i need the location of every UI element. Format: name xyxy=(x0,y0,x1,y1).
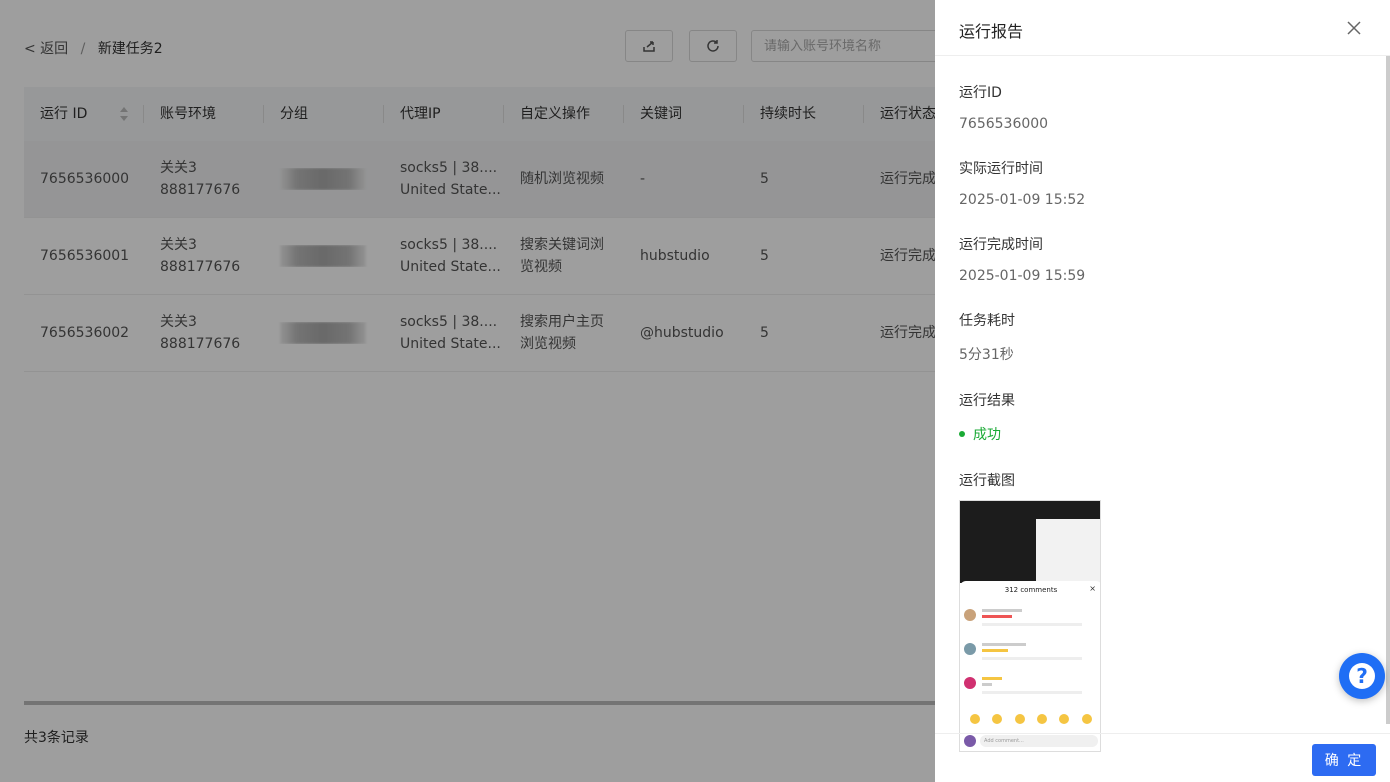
cost-label: 任务耗时 xyxy=(959,313,1015,329)
emoji-icon xyxy=(1037,714,1048,724)
end-time-value: 2025-01-09 15:59 xyxy=(959,268,1086,284)
result-value: 成功 xyxy=(959,424,1379,444)
result-label: 运行结果 xyxy=(959,393,1015,409)
start-time-value: 2025-01-09 15:52 xyxy=(959,192,1086,208)
result-text: 成功 xyxy=(973,427,1001,443)
close-icon[interactable] xyxy=(1346,20,1362,36)
comment-item xyxy=(964,673,1098,701)
comment-line xyxy=(982,657,1082,660)
status-dot-icon xyxy=(959,431,965,437)
emoji-row xyxy=(964,714,1098,724)
end-time-label: 运行完成时间 xyxy=(959,237,1043,253)
drawer-scrollbar[interactable] xyxy=(1386,56,1390,724)
emoji-icon xyxy=(1081,714,1092,724)
cost-value: 5分31秒 xyxy=(959,347,1014,363)
ok-button[interactable]: 确 定 xyxy=(1312,744,1376,776)
run-id-value: 7656536000 xyxy=(959,116,1049,132)
start-time-label: 实际运行时间 xyxy=(959,161,1043,177)
comment-line xyxy=(982,649,1008,652)
run-id-label: 运行ID xyxy=(959,85,1002,101)
comment-item xyxy=(964,605,1098,633)
run-screenshot[interactable]: 312 comments × Add comment... xyxy=(959,500,1101,752)
comments-panel: 312 comments × Add comment... xyxy=(960,581,1100,751)
drawer-footer: 确 定 xyxy=(935,733,1390,782)
avatar xyxy=(964,643,976,655)
video-frame-light xyxy=(1036,519,1100,583)
comment-line xyxy=(982,683,992,686)
emoji-icon xyxy=(970,714,981,724)
comment-line xyxy=(982,677,1002,680)
comment-line xyxy=(982,615,1012,618)
drawer-header: 运行报告 xyxy=(935,0,1390,56)
comment-item xyxy=(964,639,1098,667)
comment-line xyxy=(982,609,1022,612)
comment-line xyxy=(982,623,1082,626)
help-button[interactable]: ? xyxy=(1339,653,1385,699)
screenshot-label: 运行截图 xyxy=(959,473,1015,489)
comment-line xyxy=(982,691,1082,694)
avatar xyxy=(964,677,976,689)
run-report-drawer: 运行报告 运行ID 7656536000 实际运行时间 2025-01-09 1… xyxy=(935,0,1390,782)
avatar xyxy=(964,609,976,621)
comments-title: 312 comments xyxy=(1004,586,1058,594)
comment-line xyxy=(982,643,1026,646)
comments-close-icon: × xyxy=(1089,584,1096,593)
emoji-icon xyxy=(1059,714,1070,724)
emoji-icon xyxy=(1014,714,1025,724)
help-icon: ? xyxy=(1349,663,1375,689)
emoji-icon xyxy=(992,714,1003,724)
drawer-title: 运行报告 xyxy=(959,22,1024,41)
drawer-body: 运行ID 7656536000 实际运行时间 2025-01-09 15:52 … xyxy=(959,56,1379,752)
